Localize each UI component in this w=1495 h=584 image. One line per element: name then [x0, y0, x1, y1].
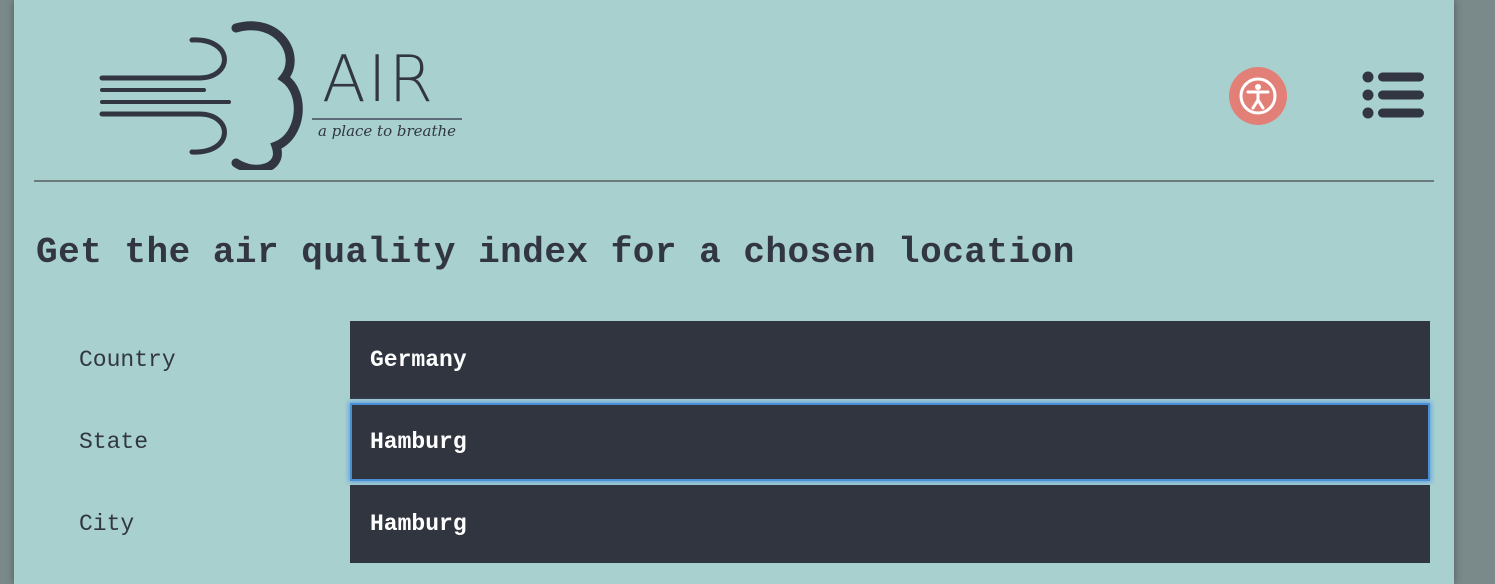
logo-title: AIR: [322, 43, 436, 117]
page: AIR a place to breathe Get the air quali…: [14, 0, 1454, 584]
menu-button[interactable]: [1362, 70, 1424, 120]
country-select[interactable]: Germany: [350, 321, 1430, 399]
header-divider: [34, 180, 1434, 182]
accessibility-icon: [1239, 77, 1277, 115]
site-logo[interactable]: AIR a place to breathe: [84, 18, 484, 170]
city-label: City: [79, 511, 135, 537]
state-label: State: [79, 429, 149, 455]
list-menu-icon: [1362, 71, 1424, 119]
page-heading: Get the air quality index for a chosen l…: [36, 232, 1075, 273]
site-header: AIR a place to breathe: [14, 0, 1454, 182]
logo-tagline: a place to breathe: [312, 118, 462, 140]
state-row: State Hamburg: [14, 403, 1454, 481]
country-label: Country: [79, 347, 176, 373]
state-select[interactable]: Hamburg: [350, 403, 1430, 481]
city-row: City Hamburg: [14, 485, 1454, 563]
country-row: Country Germany: [14, 321, 1454, 399]
accessibility-button[interactable]: [1229, 67, 1287, 125]
city-select[interactable]: Hamburg: [350, 485, 1430, 563]
